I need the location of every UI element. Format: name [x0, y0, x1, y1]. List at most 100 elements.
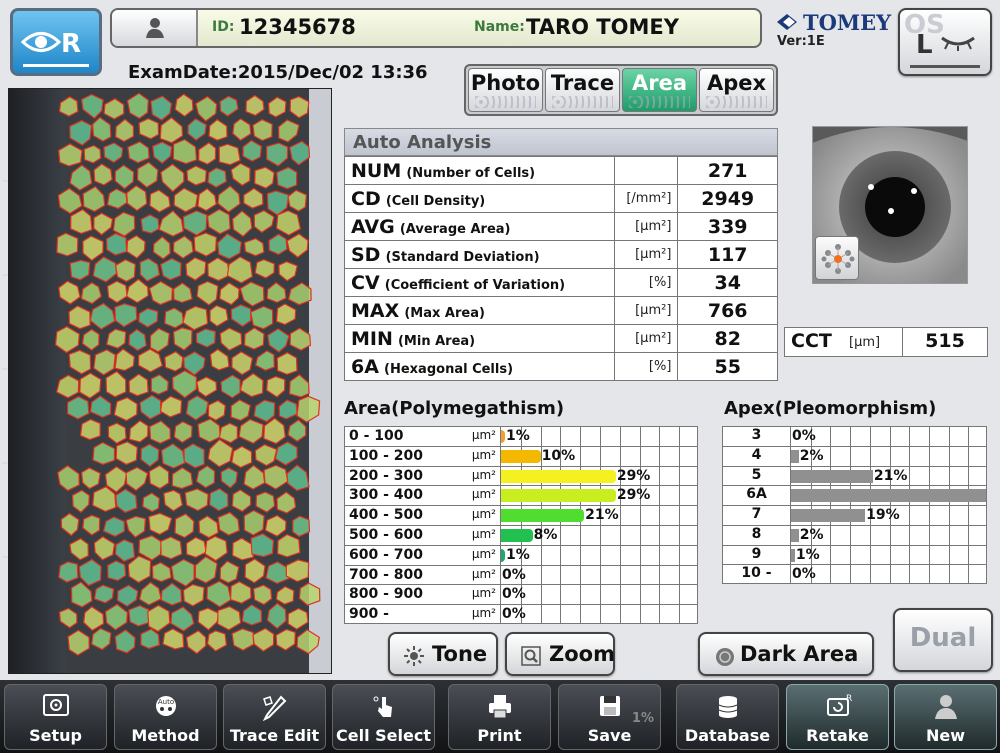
retake-button[interactable]: R Retake [786, 684, 889, 750]
cell-polygon [116, 584, 139, 607]
eye-right-label: R [61, 29, 82, 59]
cell-polygon [138, 535, 163, 561]
cell-polygon [60, 512, 80, 537]
fixation-target-button[interactable] [815, 236, 859, 280]
cell-polygon [243, 327, 265, 350]
area-hist-label: 800 - 900 µm² [345, 585, 501, 605]
area-hist-pct: 0% [502, 586, 526, 603]
endothelial-cell-image[interactable] [8, 88, 332, 674]
analysis-unit [613, 156, 679, 185]
cell-polygon [254, 166, 275, 189]
tomey-logo: TOMEY Ver:1E [775, 10, 891, 54]
cell-polygon [58, 96, 79, 117]
save-button[interactable]: Save 1% [558, 684, 661, 750]
apex-hist-pct: 2% [799, 526, 824, 543]
area-histogram: 0 - 100 µm² 1% 100 - 200 µm² 10% 200 - 300 µm² 2… [344, 426, 698, 624]
cell-polygon [229, 581, 252, 604]
cell-polygon [151, 561, 172, 583]
area-range: 700 - 800 [349, 566, 424, 583]
method-button[interactable]: Auto Method [114, 684, 217, 750]
zoom-button[interactable]: Zoom [505, 632, 615, 676]
area-hist-bar [501, 509, 585, 523]
cell-polygon [232, 118, 252, 142]
patient-select-button[interactable] [112, 10, 198, 46]
cell-polygon [114, 118, 135, 143]
bottom-button-label: New [925, 726, 966, 745]
cct-unit: [µm] [849, 328, 903, 356]
tab-photo[interactable]: Photo [468, 68, 543, 112]
cell-select-button[interactable]: Cell Select [332, 684, 435, 750]
area-hist-row: 900 - µm² 0% [345, 605, 697, 623]
analysis-desc: (Max Area) [404, 305, 485, 321]
area-hist-pct: 0% [502, 566, 526, 583]
cell-polygon [93, 212, 114, 236]
cell-polygon [125, 466, 149, 492]
cell-polygon [263, 464, 289, 490]
scale-tick [2, 180, 8, 182]
cell-polygon [250, 305, 274, 330]
area-hist-pct: 0% [502, 606, 526, 623]
cell-polygon [197, 418, 221, 443]
cell-polygon [275, 209, 302, 236]
analysis-abbr: CV [351, 271, 380, 294]
setup-button[interactable]: Setup [4, 684, 107, 750]
cell-polygon [194, 555, 218, 584]
apex-hist-pct: 0% [792, 428, 816, 444]
tab-area[interactable]: Area [622, 68, 697, 112]
tab-apex[interactable]: Apex [699, 68, 774, 112]
apex-hist-bar [791, 548, 795, 562]
cell-polygon [102, 516, 126, 537]
cell-polygon [231, 489, 252, 513]
cell-polygon [171, 467, 194, 490]
tab-trace[interactable]: Trace [545, 68, 620, 112]
database-button[interactable]: Database [676, 684, 779, 750]
trace-edit-button[interactable]: Trace Edit [223, 684, 326, 750]
new-button[interactable]: New [894, 684, 997, 750]
cell-polygon [106, 280, 128, 304]
tone-button[interactable]: Tone [388, 632, 498, 676]
cell-polygon [57, 187, 83, 215]
eye-left-button[interactable]: OS L [898, 8, 992, 76]
cell-polygon [93, 584, 115, 604]
cell-polygon [137, 348, 164, 373]
dark-area-button[interactable]: Dark Area [698, 632, 874, 676]
cell-polygon [243, 237, 265, 257]
cell-polygon [217, 605, 242, 631]
cell-polygon [220, 467, 238, 489]
svg-text:R: R [846, 694, 852, 704]
cell-polygon [114, 303, 138, 328]
cell-polygon [207, 399, 226, 421]
print-button[interactable]: Print [448, 684, 551, 750]
cell-polygon [152, 236, 171, 260]
cell-polygon [125, 515, 147, 538]
svg-text:Auto: Auto [157, 698, 173, 706]
cell-polygon [218, 143, 241, 166]
cell-polygon [149, 327, 170, 353]
cell-polygon [66, 395, 90, 420]
apex-hist-label: 6A [723, 486, 791, 505]
cell-polygon [149, 189, 171, 213]
cell-polygon [266, 602, 287, 630]
cell-polygon [186, 165, 207, 186]
scale-tick [2, 462, 8, 464]
cell-polygon [266, 375, 286, 398]
cell-polygon [219, 560, 240, 584]
cell-polygon [174, 513, 195, 539]
tab-label: Photo [470, 71, 541, 95]
analysis-abbr: 6A [351, 355, 379, 378]
dual-button[interactable]: Dual [893, 608, 993, 672]
eye-left-label: L [916, 30, 933, 60]
analysis-abbr: CD [351, 187, 381, 210]
cell-polygon [268, 233, 288, 256]
analysis-unit: [µm²] [613, 296, 679, 325]
cell-polygon [185, 629, 207, 655]
brand-name: TOMEY [803, 10, 892, 35]
cct-box: CCT [µm] 515 [784, 327, 988, 357]
cell-polygon [128, 419, 149, 443]
bottom-button-label: Database [684, 726, 771, 745]
cell-polygon [170, 606, 195, 632]
bottom-toolbar: Setup Auto Method Trace Edit Cell Select Prin… [0, 680, 1000, 753]
analysis-row: AVG (Average Area) [µm²] 339 [344, 212, 778, 241]
cell-polygon [289, 95, 310, 119]
eye-right-button[interactable]: R [10, 8, 102, 76]
